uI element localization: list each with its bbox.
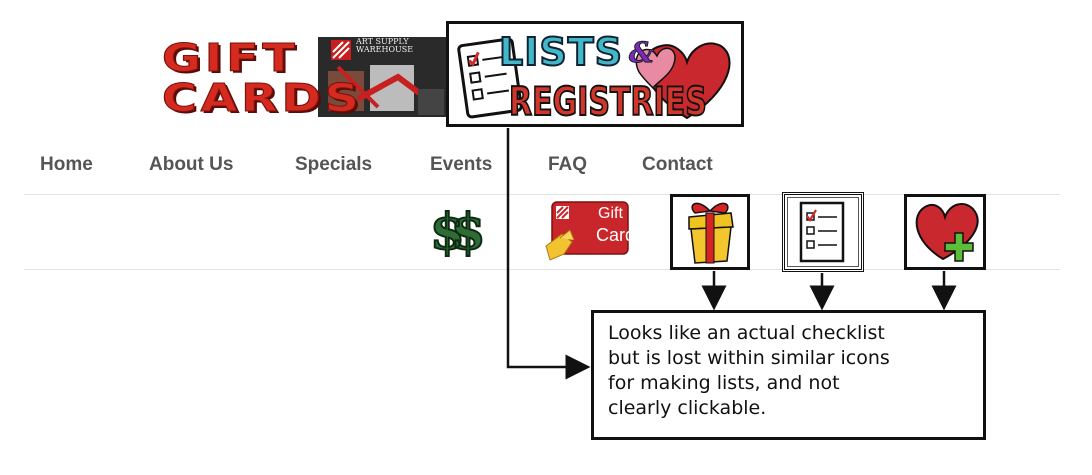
- gift-card-line2: Card: [596, 225, 636, 245]
- annotation-callout: Looks like an actual checklist but is lo…: [591, 310, 986, 440]
- nav-about-us[interactable]: About Us: [149, 154, 233, 176]
- dollar-signs-text: $$: [429, 201, 487, 262]
- heart-plus-icon[interactable]: [904, 194, 986, 270]
- checklist-graphic-icon: [799, 201, 845, 263]
- nav-specials[interactable]: Specials: [295, 154, 372, 176]
- annotation-line: for making lists, and not: [608, 372, 840, 394]
- ampersand-word: &: [628, 36, 655, 70]
- money-icon[interactable]: $$: [429, 200, 490, 264]
- nav-home[interactable]: Home: [40, 154, 93, 176]
- registries-word: REGISTRIES: [508, 79, 707, 126]
- gift-card-line1: Gift: [598, 205, 623, 222]
- heart-plus-graphic-icon: [915, 202, 979, 262]
- nav-events[interactable]: Events: [430, 154, 492, 176]
- gift-cards-banner[interactable]: GIFT CARDS ART SUPPLY WAREHOUSE: [158, 36, 446, 120]
- present-graphic-icon: [688, 202, 734, 264]
- annotation-line: clearly clickable.: [608, 397, 767, 419]
- annotation-line: Looks like an actual checklist: [608, 322, 885, 344]
- cards-word: CARDS: [161, 76, 363, 120]
- gift-box-icon[interactable]: [670, 194, 750, 270]
- annotation-line: but is lost within similar icons: [608, 347, 890, 369]
- lists-registries-banner[interactable]: LISTS & REGISTRIES: [446, 21, 744, 127]
- nav-contact[interactable]: Contact: [642, 154, 713, 176]
- lists-word: LISTS: [498, 29, 624, 75]
- gift-card-icon[interactable]: Gift Card: [542, 198, 636, 266]
- art-supply-logo-icon: [331, 40, 351, 60]
- nav-faq[interactable]: FAQ: [548, 154, 587, 176]
- checklist-icon[interactable]: [782, 192, 864, 272]
- store-name-label: ART SUPPLY WAREHOUSE: [356, 37, 414, 54]
- gift-word: GIFT: [161, 36, 299, 80]
